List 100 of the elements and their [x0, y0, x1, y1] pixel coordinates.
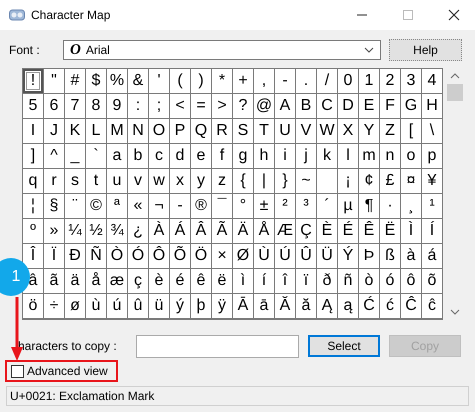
character-cell[interactable]: " [44, 69, 64, 93]
character-cell[interactable]: R [212, 119, 232, 143]
character-cell[interactable]: ç [128, 269, 148, 293]
character-cell[interactable]: : [128, 94, 148, 118]
character-cell[interactable]: 6 [44, 94, 64, 118]
close-icon[interactable] [448, 9, 460, 21]
character-cell[interactable] [317, 169, 337, 193]
character-cell[interactable]: U [275, 119, 295, 143]
character-cell[interactable]: ª [107, 194, 127, 218]
character-cell[interactable]: ¡ [338, 169, 358, 193]
character-cell[interactable]: í [254, 269, 274, 293]
scroll-up-icon[interactable] [450, 73, 460, 79]
character-cell[interactable]: d [170, 144, 190, 168]
character-cell[interactable]: Y [359, 119, 379, 143]
character-cell[interactable]: X [338, 119, 358, 143]
character-cell[interactable]: Å [254, 219, 274, 243]
character-cell[interactable]: % [107, 69, 127, 93]
character-cell[interactable]: » [44, 219, 64, 243]
character-cell[interactable]: ½ [86, 219, 106, 243]
character-cell[interactable]: / [317, 69, 337, 93]
character-cell[interactable]: Ć [359, 294, 379, 318]
character-cell[interactable]: ñ [338, 269, 358, 293]
character-cell[interactable]: « [128, 194, 148, 218]
character-cell[interactable]: ; [149, 94, 169, 118]
character-cell[interactable]: D [338, 94, 358, 118]
character-cell[interactable]: Ó [128, 244, 148, 268]
character-cell[interactable]: o [401, 144, 421, 168]
character-cell[interactable]: ¦ [23, 194, 43, 218]
character-cell[interactable]: ø [65, 294, 85, 318]
character-cell[interactable]: = [191, 94, 211, 118]
character-cell[interactable]: > [212, 94, 232, 118]
character-cell[interactable]: ´ [317, 194, 337, 218]
character-cell[interactable]: Ë [380, 219, 400, 243]
character-cell[interactable]: Õ [170, 244, 190, 268]
character-cell[interactable]: C [317, 94, 337, 118]
character-cell[interactable]: ù [86, 294, 106, 318]
character-cell[interactable]: Ñ [86, 244, 106, 268]
character-cell[interactable]: , [254, 69, 274, 93]
character-cell[interactable]: ß [380, 244, 400, 268]
character-cell[interactable]: À [149, 219, 169, 243]
character-cell[interactable]: Ô [149, 244, 169, 268]
character-cell[interactable]: ¯ [212, 194, 232, 218]
character-cell[interactable]: µ [338, 194, 358, 218]
character-cell[interactable]: ~ [296, 169, 316, 193]
character-cell[interactable]: ā [254, 294, 274, 318]
character-cell[interactable]: Ý [338, 244, 358, 268]
character-cell[interactable]: # [65, 69, 85, 93]
character-cell[interactable]: ³ [296, 194, 316, 218]
characters-to-copy-field[interactable] [136, 334, 299, 358]
character-cell[interactable]: Ü [317, 244, 337, 268]
character-cell[interactable]: Ä [233, 219, 253, 243]
character-cell[interactable]: ö [23, 294, 43, 318]
character-cell[interactable]: Ĉ [401, 294, 421, 318]
character-cell[interactable]: ¹ [422, 194, 442, 218]
character-cell[interactable]: Ã [212, 219, 232, 243]
checkbox[interactable] [11, 364, 24, 378]
character-cell[interactable]: Á [170, 219, 190, 243]
character-cell[interactable]: Ö [191, 244, 211, 268]
character-cell[interactable]: ć [380, 294, 400, 318]
scroll-thumb[interactable] [446, 84, 462, 101]
character-cell[interactable]: ® [191, 194, 211, 218]
character-cell[interactable]: Ú [275, 244, 295, 268]
character-cell[interactable]: à [401, 244, 421, 268]
character-cell[interactable]: 7 [65, 94, 85, 118]
character-cell[interactable]: m [359, 144, 379, 168]
character-cell[interactable]: Ø [233, 244, 253, 268]
character-cell[interactable]: º [23, 219, 43, 243]
character-cell[interactable]: $ [86, 69, 106, 93]
character-cell[interactable]: ú [107, 294, 127, 318]
character-cell[interactable]: } [275, 169, 295, 193]
character-cell[interactable]: 5 [23, 94, 43, 118]
character-cell[interactable]: è [149, 269, 169, 293]
character-cell[interactable]: ^ [44, 144, 64, 168]
character-cell[interactable]: ï [296, 269, 316, 293]
character-cell[interactable]: { [233, 169, 253, 193]
character-cell[interactable]: 8 [86, 94, 106, 118]
character-cell[interactable]: F [380, 94, 400, 118]
character-cell[interactable]: Ò [107, 244, 127, 268]
character-cell[interactable]: ( [170, 69, 190, 93]
character-cell[interactable]: [ [401, 119, 421, 143]
character-cell[interactable]: Ā [233, 294, 253, 318]
character-cell[interactable]: ĉ [422, 294, 442, 318]
character-cell[interactable]: S [233, 119, 253, 143]
character-cell[interactable]: ¾ [107, 219, 127, 243]
character-cell[interactable]: H [422, 94, 442, 118]
scroll-down-icon[interactable] [450, 309, 460, 315]
character-cell[interactable]: Î [23, 244, 43, 268]
character-cell[interactable]: ą [338, 294, 358, 318]
character-cell[interactable]: G [401, 94, 421, 118]
character-cell[interactable]: ) [191, 69, 211, 93]
character-cell[interactable]: Ă [275, 294, 295, 318]
character-cell[interactable]: ò [359, 269, 379, 293]
character-cell[interactable]: k [317, 144, 337, 168]
character-cell[interactable]: ä [65, 269, 85, 293]
character-cell[interactable]: § [44, 194, 64, 218]
character-cell[interactable]: s [65, 169, 85, 193]
character-cell[interactable]: . [296, 69, 316, 93]
font-dropdown[interactable]: O Arial [63, 40, 381, 60]
character-cell[interactable]: £ [380, 169, 400, 193]
character-cell[interactable]: v [128, 169, 148, 193]
